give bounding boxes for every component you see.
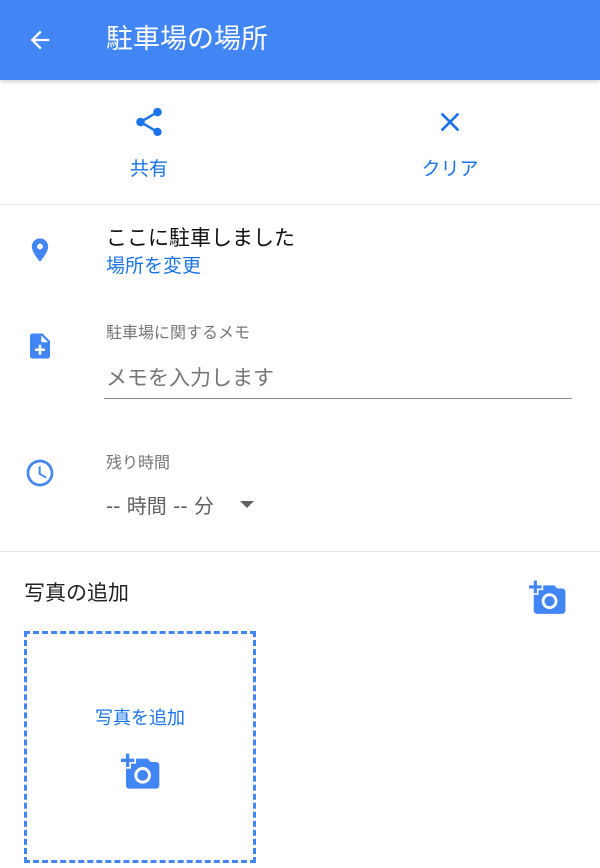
location-pin-icon xyxy=(20,230,60,270)
clock-icon xyxy=(20,453,60,493)
add-a-photo-icon xyxy=(529,580,566,614)
location-title: ここに駐車しました xyxy=(106,226,295,250)
share-icon xyxy=(136,107,162,137)
back-button[interactable] xyxy=(16,16,64,64)
add-a-photo-icon xyxy=(121,753,160,789)
photos-section-title: 写真の追加 xyxy=(24,581,129,605)
memo-input[interactable] xyxy=(104,358,572,399)
remaining-time-value: -- 時間 -- 分 xyxy=(106,494,214,518)
dropdown-caret-icon xyxy=(239,501,254,508)
add-photo-label: 写真を追加 xyxy=(95,708,185,729)
arrow-back-icon xyxy=(30,30,50,50)
change-location-link[interactable]: 場所を変更 xyxy=(106,251,201,278)
share-button[interactable]: 共有 xyxy=(74,100,224,200)
section-divider xyxy=(0,551,600,552)
note-add-icon xyxy=(20,326,60,366)
memo-label: 駐車場に関するメモ xyxy=(106,323,251,342)
action-bar: 共有 クリア xyxy=(0,82,600,205)
app-bar: 駐車場の場所 xyxy=(0,0,600,80)
remaining-time-dropdown[interactable]: -- 時間 -- 分 xyxy=(106,490,254,519)
remaining-time-label: 残り時間 xyxy=(106,453,171,472)
clear-label: クリア xyxy=(421,158,479,180)
close-icon xyxy=(440,112,460,132)
share-label: 共有 xyxy=(129,158,168,180)
add-photo-dropzone[interactable]: 写真を追加 xyxy=(24,631,256,863)
clear-button[interactable]: クリア xyxy=(375,100,525,200)
add-photo-button[interactable] xyxy=(526,576,570,620)
page-title: 駐車場の場所 xyxy=(106,24,268,55)
